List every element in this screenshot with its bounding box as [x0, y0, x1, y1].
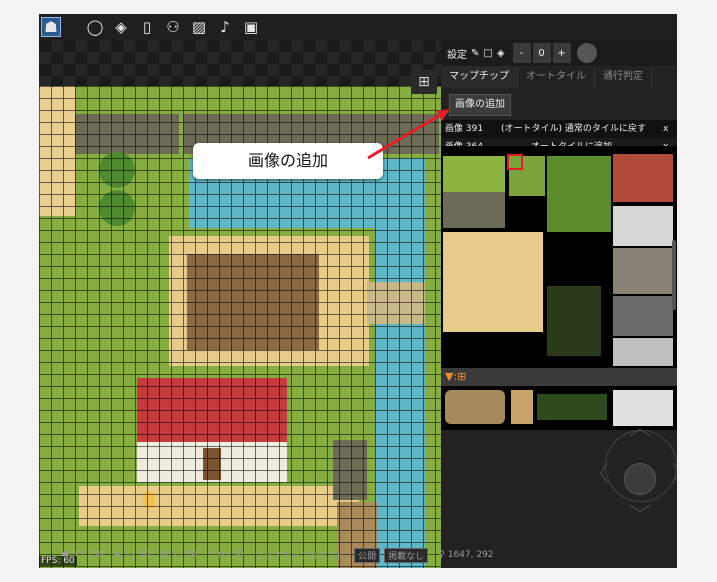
callout-arrow: [367, 109, 450, 160]
